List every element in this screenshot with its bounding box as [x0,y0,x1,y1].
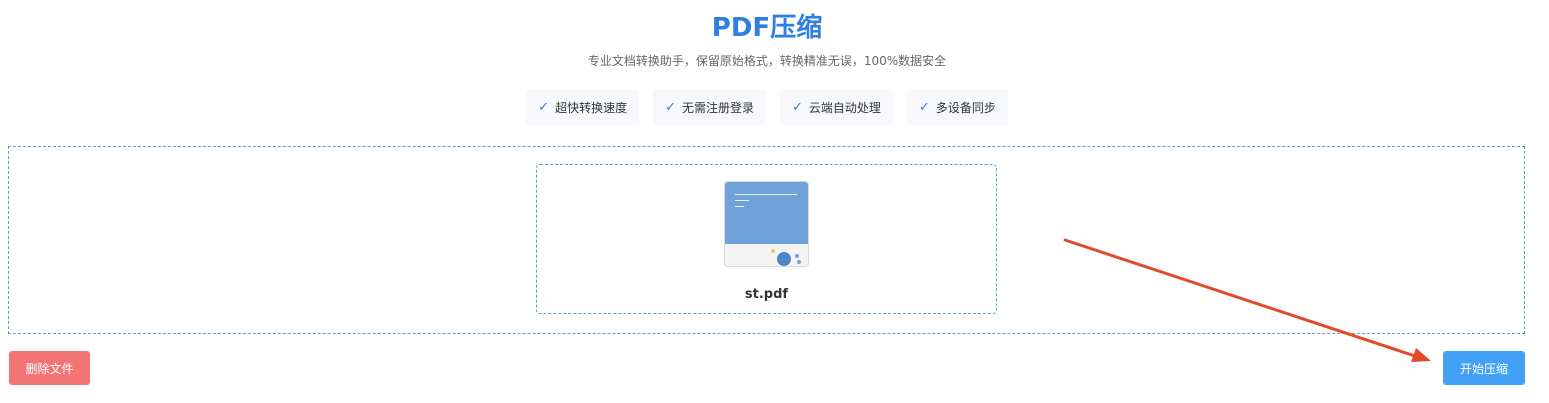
feature-list: ✓ 超快转换速度 ✓ 无需注册登录 ✓ 云端自动处理 ✓ 多设备同步 [0,89,1534,125]
thumbnail-text-line [735,206,744,207]
feature-label: 超快转换速度 [555,100,628,115]
feature-label: 无需注册登录 [681,100,754,115]
feature-label: 云端自动处理 [808,100,881,115]
page-title: PDF压缩 [711,13,823,43]
thumbnail-cover [725,182,808,244]
feature-label: 多设备同步 [935,100,996,115]
feature-item-no-login: ✓ 无需注册登录 [653,89,766,125]
check-icon: ✓ [665,99,676,115]
thumbnail-decoration [771,249,775,253]
start-compress-button[interactable]: 开始压缩 [1443,351,1525,385]
thumbnail-decoration [797,260,801,264]
feature-item-speed: ✓ 超快转换速度 [526,89,640,125]
thumbnail-text-line [735,194,797,195]
globe-icon [777,252,791,266]
page-subtitle: 专业文档转换助手，保留原始格式，转换精准无误，100%数据安全 [587,54,947,68]
annotation-arrow-head [1411,348,1431,362]
pdf-compress-page: PDF压缩 专业文档转换助手，保留原始格式，转换精准无误，100%数据安全 ✓ … [0,0,1549,403]
thumbnail-text-line [735,200,749,201]
check-icon: ✓ [792,99,803,115]
feature-item-sync: ✓ 多设备同步 [906,89,1008,125]
thumbnail-decoration [795,254,799,258]
check-icon: ✓ [538,99,550,115]
check-icon: ✓ [918,99,930,115]
pdf-thumbnail[interactable] [724,181,809,267]
feature-item-cloud: ✓ 云端自动处理 [780,89,893,125]
file-card[interactable]: st.pdf [536,164,997,314]
delete-file-button[interactable]: 删除文件 [9,351,90,385]
file-name: st.pdf [744,287,789,302]
